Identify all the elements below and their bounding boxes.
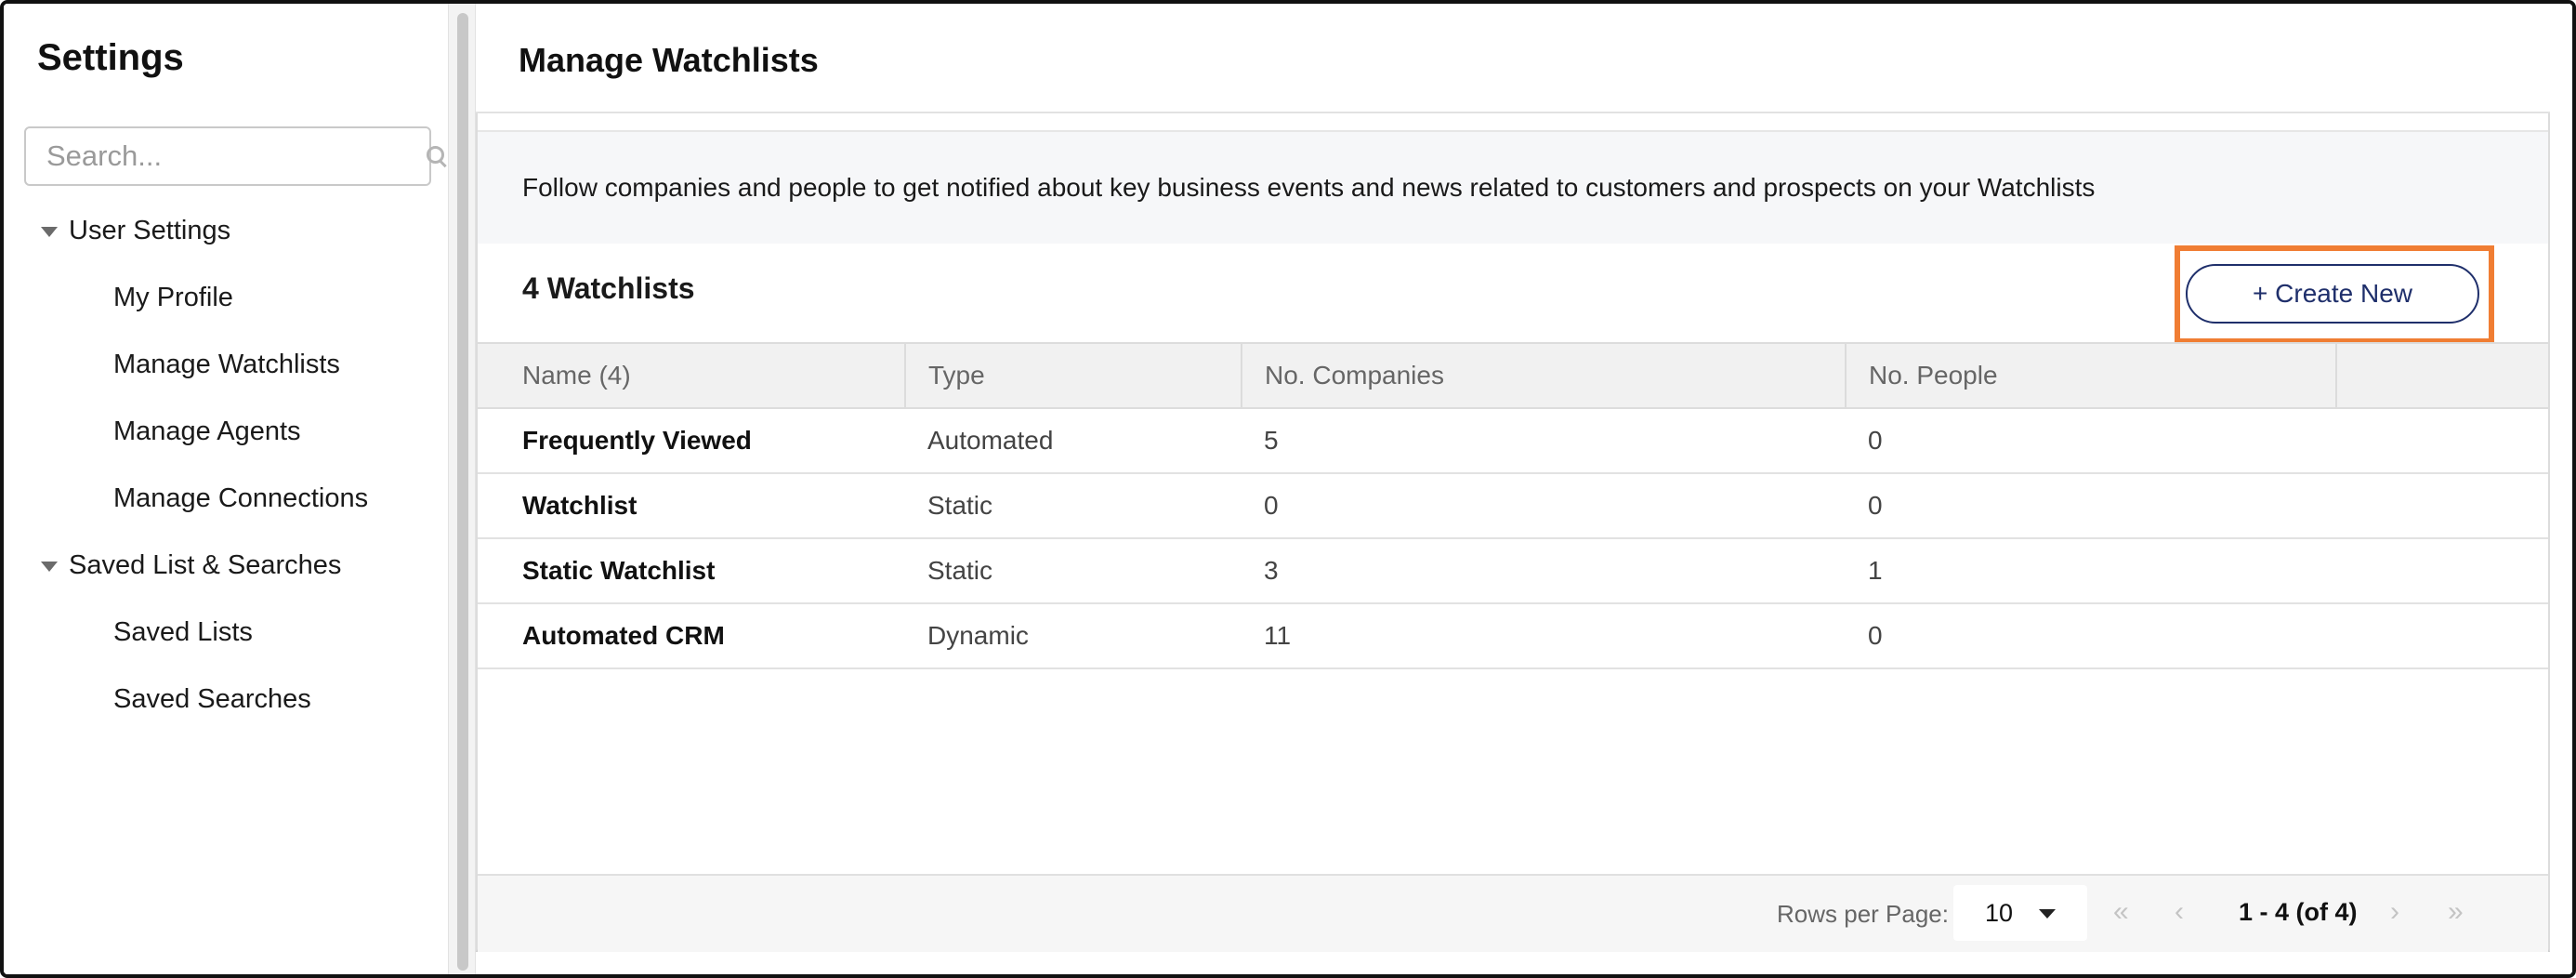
watchlists-table: Name (4) Type No. Companies No. People F… — [478, 342, 2548, 669]
cell-type: Static — [905, 473, 1242, 539]
sidebar-title: Settings — [37, 37, 184, 78]
nav-group-label: User Settings — [69, 216, 231, 245]
column-header-actions — [2336, 342, 2548, 409]
column-header-type[interactable]: Type — [905, 342, 1242, 409]
page-title: Manage Watchlists — [519, 41, 819, 79]
cell-type: Static — [905, 538, 1242, 604]
cell-companies: 3 — [1242, 538, 1846, 604]
sidebar-item-manage-connections[interactable]: Manage Connections — [113, 483, 368, 514]
cell-type: Dynamic — [905, 603, 1242, 669]
cell-people: 0 — [1846, 473, 2336, 539]
cell-companies: 5 — [1242, 408, 1846, 474]
cell-actions — [2336, 603, 2548, 669]
app-window: Settings User Settings My Profile Manage… — [0, 0, 2576, 978]
cell-type: Automated — [905, 408, 1242, 474]
cell-actions — [2336, 473, 2548, 539]
last-page-icon[interactable]: » — [2448, 896, 2464, 928]
table-row[interactable]: Automated CRM Dynamic 11 0 — [478, 603, 2548, 669]
table-row[interactable]: Frequently Viewed Automated 5 0 — [478, 408, 2548, 474]
search-input[interactable] — [46, 139, 417, 173]
cell-companies: 0 — [1242, 473, 1846, 539]
rows-per-page-select[interactable]: 10 — [1953, 885, 2087, 941]
column-header-name[interactable]: Name (4) — [478, 342, 906, 409]
nav-group-label: Saved List & Searches — [69, 550, 342, 580]
table-row[interactable]: Static Watchlist Static 3 1 — [478, 538, 2548, 604]
info-banner: Follow companies and people to get notif… — [478, 132, 2548, 244]
cell-people: 0 — [1846, 603, 2336, 669]
nav-group-user-settings[interactable]: User Settings — [41, 216, 230, 246]
create-new-button[interactable]: + Create New — [2186, 264, 2479, 324]
rows-per-page-value: 10 — [1985, 898, 2014, 927]
cell-actions — [2336, 538, 2548, 604]
prev-page-icon[interactable]: ‹ — [2175, 896, 2184, 928]
page-range: 1 - 4 (of 4) — [2239, 898, 2358, 926]
sidebar-scrollbar[interactable] — [448, 4, 476, 974]
next-page-icon[interactable]: › — [2390, 896, 2399, 928]
cell-name[interactable]: Watchlist — [478, 473, 905, 539]
info-text: Follow companies and people to get notif… — [522, 173, 2096, 202]
watchlists-panel: Follow companies and people to get notif… — [476, 113, 2550, 952]
scrollbar-thumb[interactable] — [457, 13, 468, 971]
sidebar-item-manage-agents[interactable]: Manage Agents — [113, 416, 301, 447]
cell-actions — [2336, 408, 2548, 474]
watchlist-count: 4 Watchlists — [522, 271, 695, 305]
cell-name[interactable]: Frequently Viewed — [478, 408, 905, 474]
pagination-footer: Rows per Page: 10 « ‹ 1 - 4 (of 4) › » — [478, 874, 2548, 952]
first-page-icon[interactable]: « — [2113, 896, 2129, 928]
cell-people: 0 — [1846, 408, 2336, 474]
main-content: Manage Watchlists Follow companies and p… — [476, 4, 2572, 974]
table-row[interactable]: Watchlist Static 0 0 — [478, 473, 2548, 539]
sidebar-item-saved-searches[interactable]: Saved Searches — [113, 684, 311, 715]
cell-companies: 11 — [1242, 603, 1846, 669]
column-header-companies[interactable]: No. Companies — [1242, 342, 1847, 409]
search-box[interactable] — [24, 126, 444, 186]
sidebar-item-my-profile[interactable]: My Profile — [113, 283, 233, 313]
table-header-row: Name (4) Type No. Companies No. People — [478, 342, 2548, 409]
sidebar-item-manage-watchlists[interactable]: Manage Watchlists — [113, 350, 340, 380]
cell-people: 1 — [1846, 538, 2336, 604]
cell-name[interactable]: Static Watchlist — [478, 538, 905, 604]
column-header-people[interactable]: No. People — [1846, 342, 2337, 409]
sidebar-item-saved-lists[interactable]: Saved Lists — [113, 617, 253, 648]
rows-per-page-label: Rows per Page: — [1777, 900, 1949, 928]
cell-name[interactable]: Automated CRM — [478, 603, 905, 669]
caret-down-icon[interactable] — [41, 562, 58, 572]
dropdown-arrow-icon[interactable] — [2039, 909, 2056, 919]
settings-sidebar: Settings User Settings My Profile Manage… — [4, 4, 448, 974]
caret-down-icon[interactable] — [41, 227, 58, 237]
nav-group-saved-lists-searches[interactable]: Saved List & Searches — [41, 550, 341, 581]
